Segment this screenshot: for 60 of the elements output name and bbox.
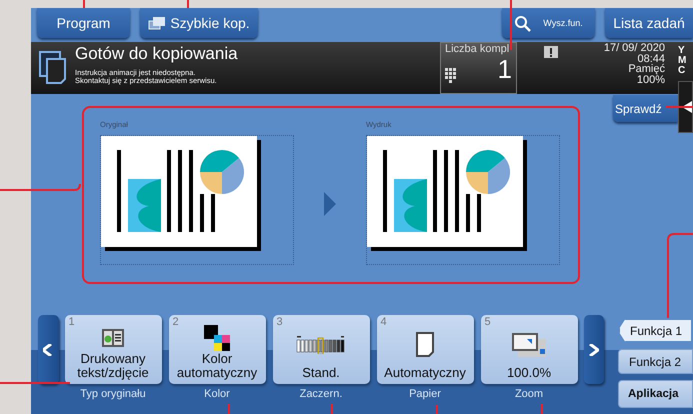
keypad-icon: [445, 68, 456, 83]
function-search-button[interactable]: Wysz.fun.: [502, 8, 595, 38]
scroll-left-button[interactable]: [38, 315, 58, 384]
warning-icon[interactable]: [544, 46, 558, 58]
chevron-left-icon: [43, 344, 54, 356]
quick-copy-button[interactable]: Szybkie kop.: [140, 8, 258, 38]
key-number: 5: [484, 315, 491, 329]
arrow-right-icon: [324, 192, 336, 216]
leader-line: [228, 404, 230, 414]
time-text: 08:44: [637, 54, 665, 64]
scroll-right-button[interactable]: [584, 315, 604, 384]
key-number: 1: [68, 315, 75, 329]
key-caption: Typ oryginału: [80, 388, 146, 400]
memory-value: 100%: [636, 74, 665, 85]
function-tab[interactable]: Funkcja 2: [618, 349, 693, 374]
density-setting-key[interactable]: 3 Stand.: [272, 315, 370, 384]
key-number: 2: [172, 315, 179, 329]
search-icon: [514, 14, 532, 32]
leader-line: [510, 0, 512, 50]
panel-tab[interactable]: [678, 81, 693, 133]
application-button[interactable]: Aplikacja: [618, 380, 693, 408]
key-caption: Kolor: [204, 388, 230, 400]
check-button[interactable]: Sprawdź: [613, 95, 678, 122]
toner-label: C: [678, 66, 686, 76]
zoom-icon: [512, 332, 546, 356]
copy-icon: [148, 16, 166, 30]
chevron-right-icon: [588, 344, 599, 356]
toner-label: Y: [678, 46, 686, 56]
color-setting-key[interactable]: 2 Kolor automatyczny: [168, 315, 266, 384]
key-number: 3: [276, 315, 283, 329]
leader-line: [0, 382, 70, 384]
color-squares-icon: [204, 324, 230, 350]
toner-label: M: [678, 56, 688, 66]
original-type-setting-key[interactable]: 1 Drukowany tekst/zdjęcie: [64, 315, 162, 384]
job-list-button[interactable]: Lista zadań: [605, 8, 693, 38]
key-caption: Zoom: [514, 388, 544, 400]
key-number: 4: [380, 315, 387, 329]
book-icon: [102, 328, 124, 346]
leader-line: [666, 106, 693, 108]
page-icon: [416, 332, 434, 357]
memory-label: Pamięć: [627, 64, 665, 74]
status-title: Gotów do kopiowania: [75, 44, 239, 64]
density-scale-icon: [296, 336, 346, 354]
leader-line: [331, 404, 333, 414]
program-button[interactable]: Program: [37, 8, 130, 38]
arrow-left-icon: [682, 101, 692, 113]
leader-line: [436, 405, 438, 414]
leader-line: [83, 0, 85, 8]
exclamation-icon: [549, 48, 553, 56]
copies-value: 1: [498, 55, 512, 83]
function-tab[interactable]: Funkcja 1: [618, 318, 693, 343]
paper-setting-key[interactable]: 4 Automatyczny: [376, 315, 474, 384]
key-caption: Papier: [409, 388, 441, 400]
zoom-setting-key[interactable]: 5 100.0%: [480, 315, 578, 384]
date-text: 17/ 09/ 2020: [604, 43, 665, 54]
leader-line: [541, 404, 543, 414]
key-caption: Zaczern.: [300, 388, 342, 400]
copies-counter[interactable]: Liczba kompl 1: [440, 42, 517, 94]
documents-icon: [39, 51, 67, 85]
leader-line: [187, 0, 189, 8]
